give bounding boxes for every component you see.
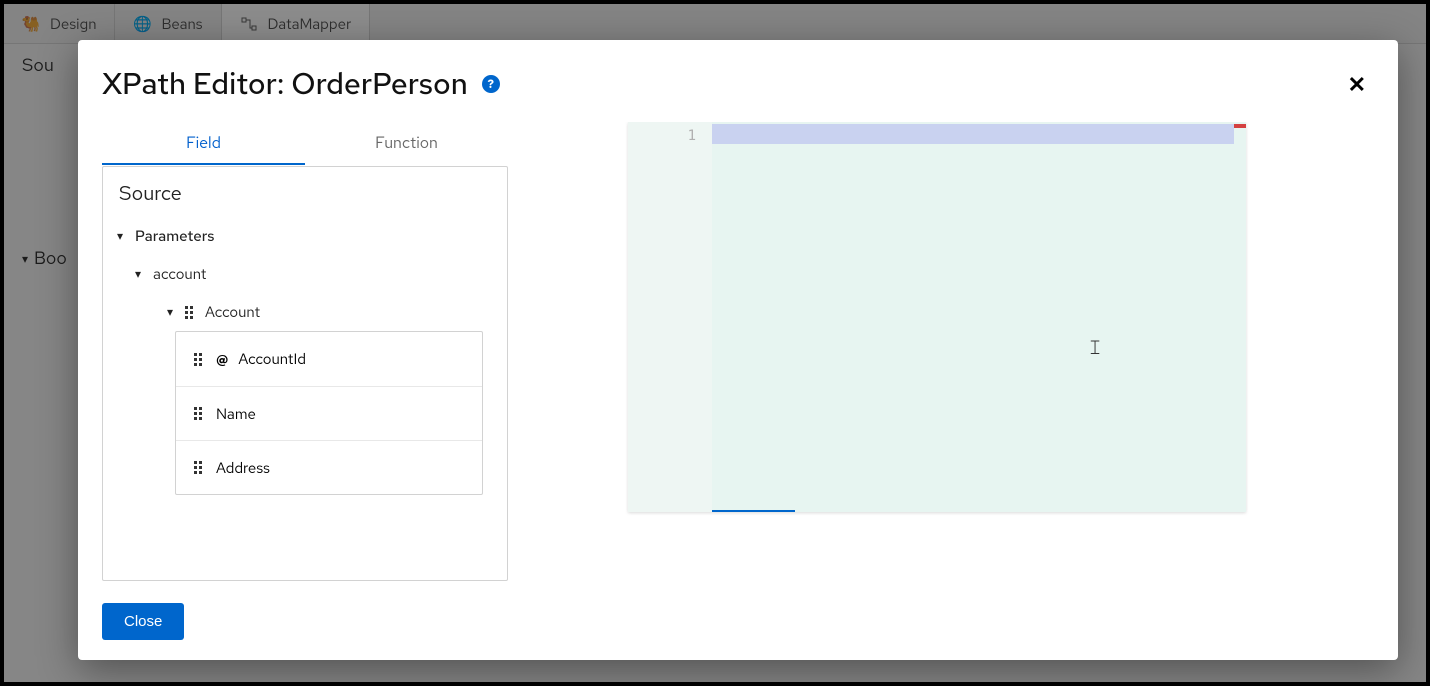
editor-text-area[interactable] <box>712 122 1246 512</box>
tree-node-account[interactable]: ▾ Account <box>103 293 507 331</box>
tree-leaf-label: AccountId <box>238 349 306 369</box>
tree-label: Account <box>205 302 260 322</box>
close-button[interactable]: Close <box>102 603 184 640</box>
chevron-down-icon: ▾ <box>113 228 127 244</box>
tree-label: Parameters <box>135 226 214 246</box>
left-subtabs: Field Function <box>102 122 508 166</box>
editor-gutter: 1 <box>628 122 712 512</box>
modal-footer: Close <box>102 581 1374 640</box>
close-icon[interactable]: ✕ <box>1340 66 1374 103</box>
tree-label: account <box>153 264 206 284</box>
error-marker <box>1234 124 1246 128</box>
tree-leaf-address[interactable]: Address <box>176 440 482 494</box>
line-number: 1 <box>628 128 696 144</box>
drag-grip-icon[interactable] <box>194 407 206 421</box>
current-line-highlight <box>712 124 1234 144</box>
tree-leaf-label: Address <box>216 458 270 478</box>
chevron-down-icon: ▾ <box>131 266 145 282</box>
xpath-editor-modal: XPath Editor: OrderPerson ? ✕ Field Func… <box>78 40 1398 660</box>
editor-underline <box>712 510 795 512</box>
tree-node-parameters[interactable]: ▾ Parameters <box>103 217 507 255</box>
tree-leaves: @ AccountId Name Address <box>175 331 483 495</box>
modal-title: XPath Editor: OrderPerson <box>102 64 468 104</box>
drag-grip-icon[interactable] <box>194 352 206 366</box>
source-panel: Source ▾ Parameters ▾ account ▾ Account <box>102 166 508 581</box>
tree-leaf-name[interactable]: Name <box>176 386 482 440</box>
tree-scroll[interactable]: ▾ Parameters ▾ account ▾ Account <box>103 217 507 580</box>
help-icon[interactable]: ? <box>482 75 500 93</box>
source-title: Source <box>103 167 507 217</box>
tree-leaf-accountid[interactable]: @ AccountId <box>176 332 482 386</box>
code-editor[interactable]: 1 <box>628 122 1246 512</box>
attribute-icon: @ <box>216 349 228 369</box>
modal-header: XPath Editor: OrderPerson ? ✕ <box>102 64 1374 104</box>
tree-leaf-label: Name <box>216 404 256 424</box>
drag-grip-icon[interactable] <box>185 305 197 319</box>
tab-field[interactable]: Field <box>102 122 305 165</box>
tab-function[interactable]: Function <box>305 122 508 165</box>
chevron-down-icon: ▾ <box>163 304 177 320</box>
drag-grip-icon[interactable] <box>194 461 206 475</box>
tree-node-account-lc[interactable]: ▾ account <box>103 255 507 293</box>
